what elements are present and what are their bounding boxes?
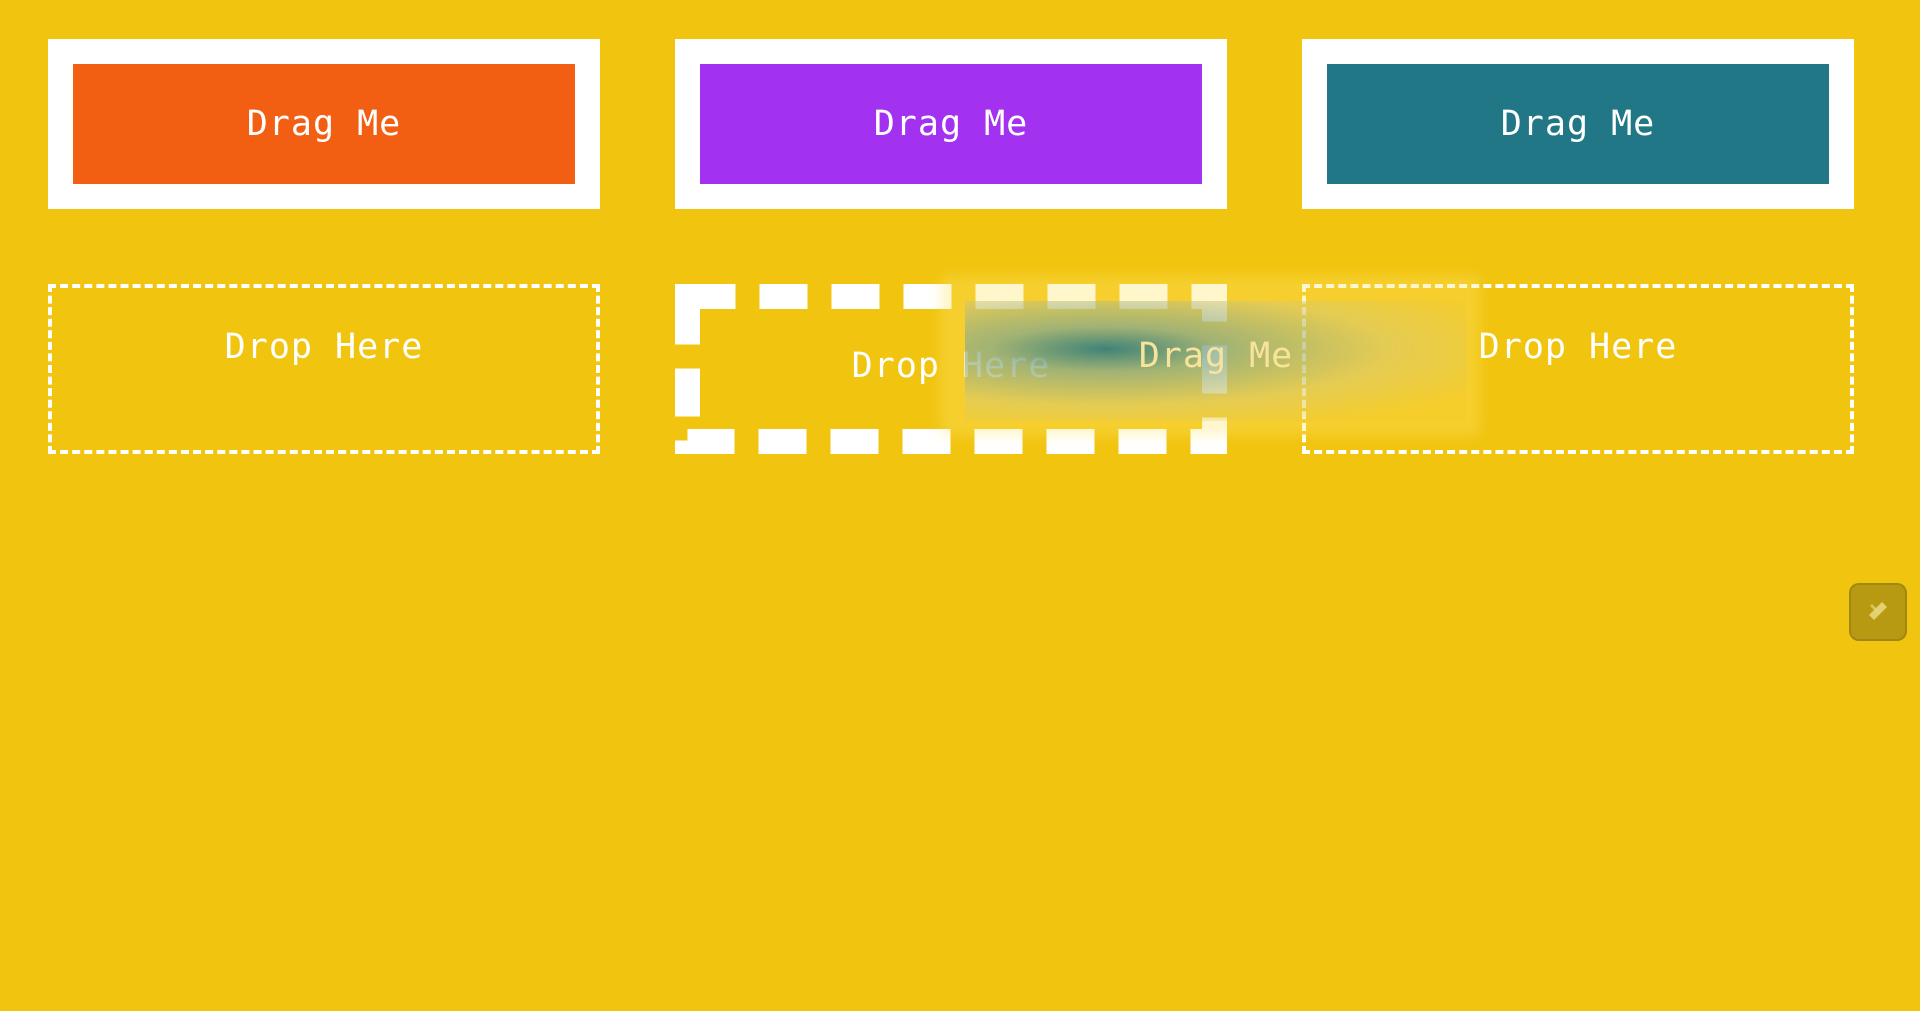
drop-zone-label: Drop Here <box>1478 327 1678 367</box>
drag-drop-stage: Drag Me Drag Me Drag Me Drop Here Drop H… <box>0 0 1920 1011</box>
floating-tool-button[interactable] <box>1849 583 1907 641</box>
drag-item-label: Drag Me <box>873 104 1029 144</box>
drag-item-teal[interactable]: Drag Me <box>1327 64 1829 184</box>
drag-card-teal: Drag Me <box>1302 39 1854 209</box>
drag-card-purple: Drag Me <box>675 39 1227 209</box>
drop-zone-label: Drop Here <box>224 327 424 367</box>
drag-card-orange: Drag Me <box>48 39 600 209</box>
drag-item-label: Drag Me <box>246 104 402 144</box>
drop-zone-2-hover[interactable]: Drop Here <box>675 284 1227 454</box>
drag-item-orange[interactable]: Drag Me <box>73 64 575 184</box>
drag-item-purple[interactable]: Drag Me <box>700 64 1202 184</box>
drop-zone-label: Drop Here <box>851 346 1051 386</box>
drag-item-label: Drag Me <box>1500 104 1656 144</box>
drop-zone-1[interactable]: Drop Here <box>48 284 600 454</box>
drop-zone-3[interactable]: Drop Here <box>1302 284 1854 454</box>
pen-icon <box>1869 602 1887 620</box>
